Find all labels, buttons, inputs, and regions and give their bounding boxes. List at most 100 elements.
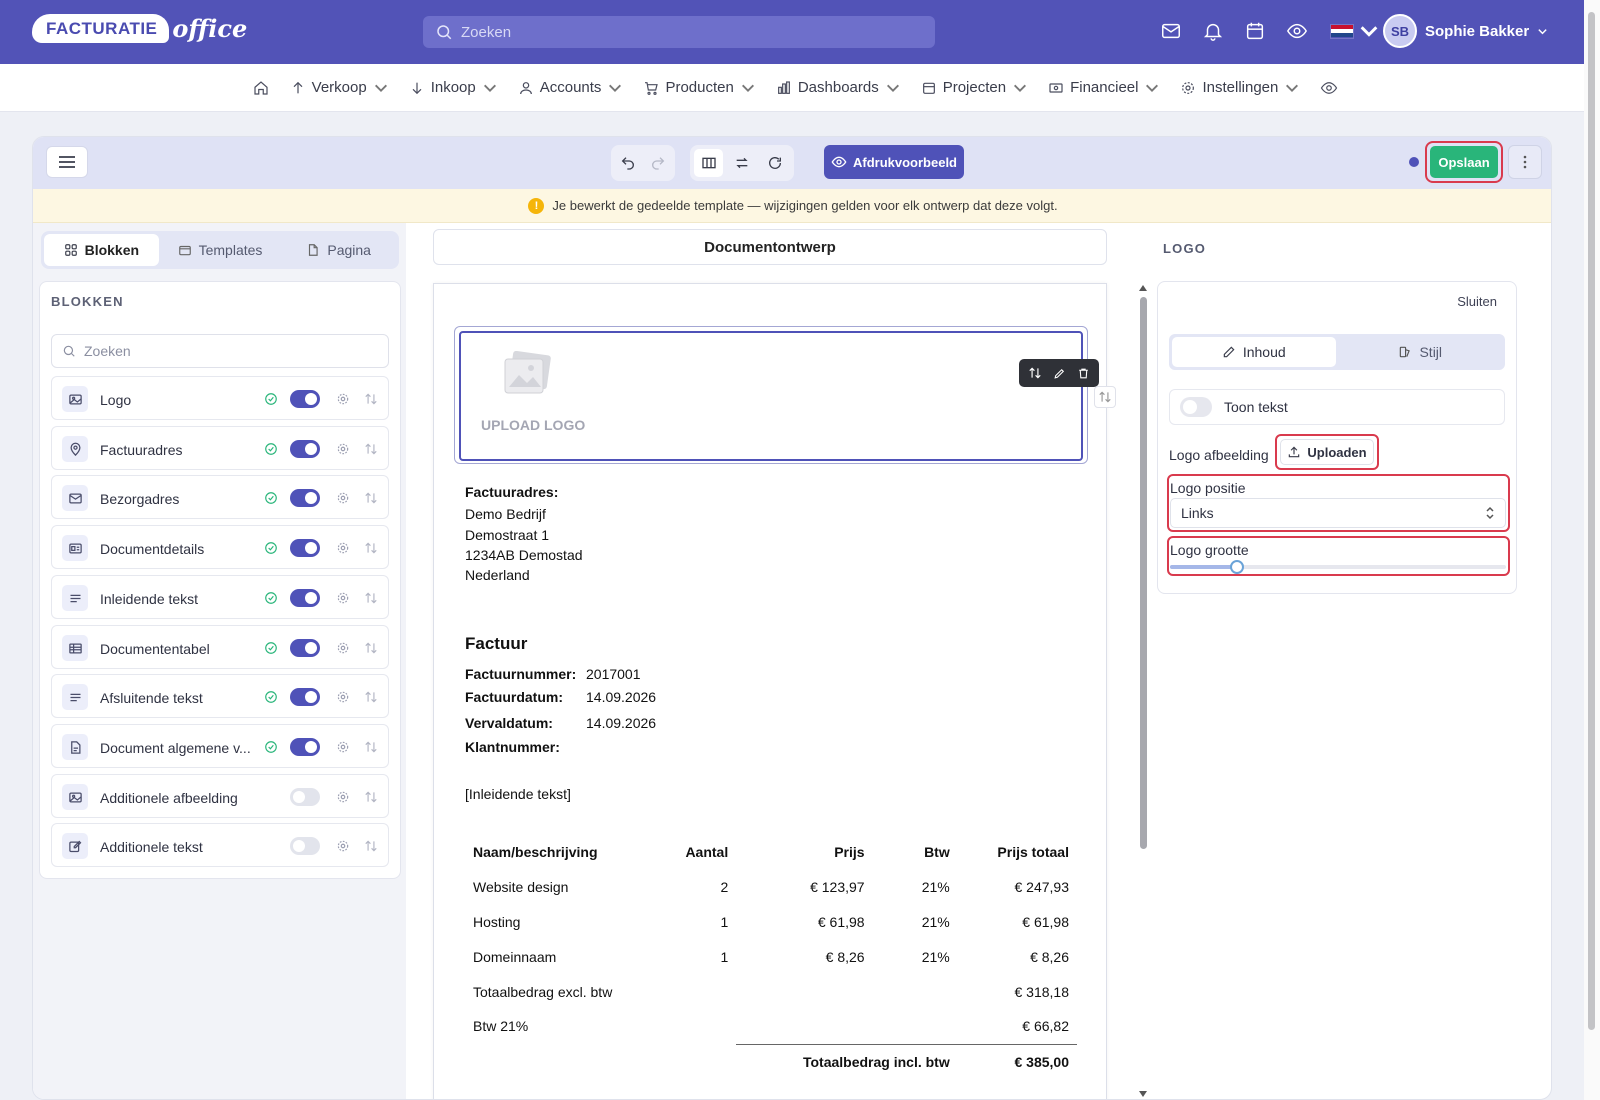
redo-button[interactable] <box>645 149 671 177</box>
swap-button[interactable] <box>727 149 756 177</box>
block-row-documententabel[interactable]: Documententabel <box>51 625 389 669</box>
trash-icon[interactable] <box>1077 367 1090 380</box>
block-row-inleidende-tekst[interactable]: Inleidende tekst <box>51 575 389 619</box>
scrollbar-thumb[interactable] <box>1140 297 1147 849</box>
language-selector[interactable] <box>1330 20 1380 42</box>
sort-icon[interactable] <box>364 491 378 505</box>
columns-view-button[interactable] <box>694 149 724 177</box>
home-icon[interactable] <box>252 79 270 97</box>
sort-icon[interactable] <box>364 839 378 853</box>
nav-projecten[interactable]: Projecten <box>921 79 1028 96</box>
tab-blokken[interactable]: Blokken <box>44 234 159 266</box>
print-preview-button[interactable]: Afdrukvoorbeeld <box>824 145 964 179</box>
sort-icon[interactable] <box>364 541 378 555</box>
nav-instellingen[interactable]: Instellingen <box>1180 79 1300 96</box>
mail-icon[interactable] <box>1160 20 1182 42</box>
nav-producten[interactable]: Producten <box>643 79 755 96</box>
block-toggle[interactable] <box>290 837 320 855</box>
block-toggle[interactable] <box>290 390 320 408</box>
sort-icon[interactable] <box>364 790 378 804</box>
sort-icon[interactable] <box>364 392 378 406</box>
menu-button[interactable] <box>46 146 88 178</box>
block-toggle[interactable] <box>290 589 320 607</box>
sort-icon[interactable] <box>364 690 378 704</box>
block-row-afsluitende-tekst[interactable]: Afsluitende tekst <box>51 674 389 718</box>
table-icon <box>62 635 88 661</box>
move-icon[interactable] <box>1028 366 1042 380</box>
sort-icon[interactable] <box>364 641 378 655</box>
reorder-handle[interactable] <box>1094 386 1116 408</box>
block-toggle[interactable] <box>290 738 320 756</box>
block-toggle[interactable] <box>290 489 320 507</box>
nav-dashboards[interactable]: Dashboards <box>776 79 901 96</box>
gear-icon[interactable] <box>336 442 350 456</box>
block-row-bezorgadres[interactable]: Bezorgadres <box>51 475 389 519</box>
block-toggle[interactable] <box>290 440 320 458</box>
page-scrollbar[interactable] <box>1584 0 1600 1100</box>
nav-financieel[interactable]: Financieel <box>1048 79 1160 96</box>
table-cell: 21% <box>921 948 950 965</box>
image-icon <box>62 784 88 810</box>
table-cell: € 61,98 <box>817 913 865 930</box>
invoice-title: Factuur <box>465 634 528 653</box>
logo-block-selected[interactable]: UPLOAD LOGO <box>454 326 1099 464</box>
undo-button[interactable] <box>615 149 641 177</box>
sort-icon[interactable] <box>364 442 378 456</box>
gear-icon[interactable] <box>336 591 350 605</box>
block-row-additionele-afbeelding[interactable]: Additionele afbeelding <box>51 774 389 818</box>
gear-icon[interactable] <box>336 790 350 804</box>
bell-icon[interactable] <box>1202 20 1224 42</box>
logo-position-select[interactable]: Links <box>1170 498 1506 528</box>
nav-label: Accounts <box>539 79 602 96</box>
gear-icon[interactable] <box>336 641 350 655</box>
block-row-documentdetails[interactable]: Documentdetails <box>51 525 389 569</box>
nav-label: Financieel <box>1070 79 1139 96</box>
sort-icon[interactable] <box>364 740 378 754</box>
nav-inkoop[interactable]: Inkoop <box>409 79 498 96</box>
gear-icon[interactable] <box>336 392 350 406</box>
properties-tabs: Inhoud Stijl <box>1169 334 1505 370</box>
calendar-icon[interactable] <box>1244 20 1266 42</box>
block-row-document-algemene-v[interactable]: Document algemene v... <box>51 724 389 768</box>
nav-verkoop[interactable]: Verkoop <box>290 79 389 96</box>
sort-icon[interactable] <box>364 591 378 605</box>
edit-icon[interactable] <box>1053 367 1066 380</box>
page-scrollbar-thumb[interactable] <box>1588 12 1595 1030</box>
show-text-toggle[interactable] <box>1180 397 1212 417</box>
nav-accounts[interactable]: Accounts <box>518 79 624 96</box>
tab-inhoud[interactable]: Inhoud <box>1172 337 1336 367</box>
user-menu[interactable]: SB Sophie Bakker <box>1383 14 1548 48</box>
tab-templates[interactable]: Templates <box>163 234 278 266</box>
eye-icon[interactable] <box>1320 79 1338 97</box>
logo-position-highlight: Logo positie Links <box>1167 474 1510 532</box>
slider-knob[interactable] <box>1230 560 1245 574</box>
gear-icon[interactable] <box>336 491 350 505</box>
refresh-button[interactable] <box>761 149 790 177</box>
tab-stijl[interactable]: Stijl <box>1339 337 1503 367</box>
eye-icon[interactable] <box>1286 20 1308 42</box>
block-row-factuuradres[interactable]: Factuuradres <box>51 426 389 470</box>
block-row-logo[interactable]: Logo <box>51 376 389 420</box>
document-design-title: Documentontwerp <box>433 229 1107 265</box>
block-row-additionele-tekst[interactable]: Additionele tekst <box>51 823 389 867</box>
logo-size-slider[interactable] <box>1170 560 1506 574</box>
logo-placeholder[interactable]: UPLOAD LOGO <box>459 331 1083 461</box>
gear-icon[interactable] <box>336 839 350 853</box>
tab-pagina[interactable]: Pagina <box>281 234 396 266</box>
gear-icon[interactable] <box>336 541 350 555</box>
gear-icon[interactable] <box>336 740 350 754</box>
block-toggle[interactable] <box>290 639 320 657</box>
canvas-scrollbar[interactable] <box>1137 283 1149 1099</box>
gear-icon[interactable] <box>336 690 350 704</box>
block-toggle[interactable] <box>290 788 320 806</box>
save-button[interactable]: Opslaan <box>1430 146 1498 178</box>
app-logo[interactable]: FACTURATIE office <box>32 14 247 43</box>
block-toggle[interactable] <box>290 688 320 706</box>
blocks-search-input[interactable]: Zoeken <box>51 334 389 368</box>
upload-button[interactable]: Uploaden <box>1280 439 1374 465</box>
global-search-input[interactable]: Zoeken <box>423 16 935 48</box>
block-toggle[interactable] <box>290 539 320 557</box>
check-circle-icon <box>265 642 277 654</box>
more-options-button[interactable] <box>1508 145 1542 179</box>
close-button[interactable]: Sluiten <box>1457 294 1497 309</box>
